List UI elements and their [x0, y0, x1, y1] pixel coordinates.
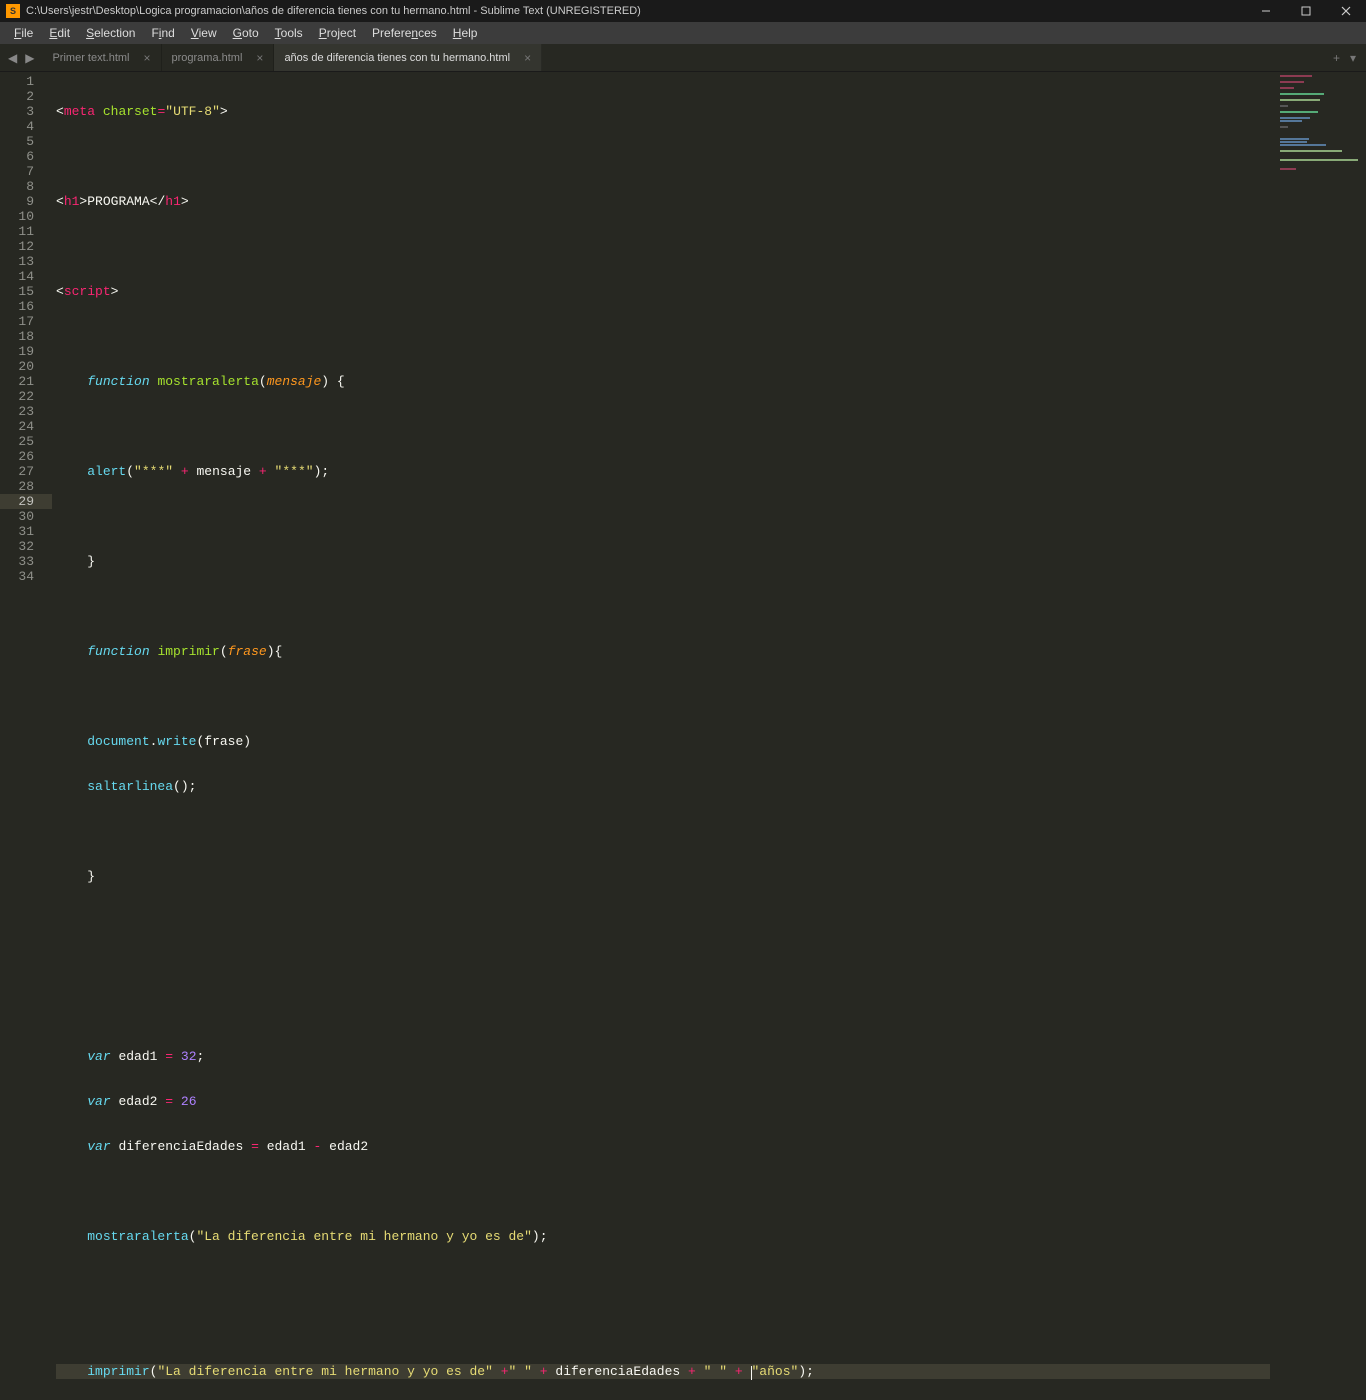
menu-find[interactable]: Find: [143, 24, 182, 42]
menu-file[interactable]: File: [6, 24, 41, 42]
code-area[interactable]: <meta charset="UTF-8"> <h1>PROGRAMA</h1>…: [52, 72, 1270, 700]
close-icon[interactable]: ×: [524, 51, 531, 65]
nav-back-icon[interactable]: ◀: [8, 51, 17, 65]
menu-tools[interactable]: Tools: [267, 24, 311, 42]
menu-preferences[interactable]: Preferences: [364, 24, 445, 42]
gutter[interactable]: 1234567891011121314151617181920212223242…: [0, 72, 52, 700]
title-bar: S C:\Users\jestr\Desktop\Logica programa…: [0, 0, 1366, 22]
tab-label: Primer text.html: [52, 52, 129, 64]
tab-anos-diferencia[interactable]: años de diferencia tienes con tu hermano…: [274, 44, 542, 71]
menu-view[interactable]: View: [183, 24, 225, 42]
menu-project[interactable]: Project: [311, 24, 364, 42]
tab-menu-icon[interactable]: ▾: [1350, 51, 1356, 65]
minimap[interactable]: [1270, 72, 1366, 700]
menu-bar: File Edit Selection Find View Goto Tools…: [0, 22, 1366, 44]
tab-label: años de diferencia tienes con tu hermano…: [284, 52, 510, 64]
menu-selection[interactable]: Selection: [78, 24, 143, 42]
tab-primer-text[interactable]: Primer text.html ×: [42, 44, 161, 71]
nav-arrows: ◀ ▶: [0, 44, 42, 71]
editor-area: 1234567891011121314151617181920212223242…: [0, 72, 1366, 700]
tab-label: programa.html: [172, 52, 243, 64]
tab-programa[interactable]: programa.html ×: [162, 44, 275, 71]
close-button[interactable]: [1326, 0, 1366, 22]
minimap-content: [1280, 75, 1360, 171]
window-title: C:\Users\jestr\Desktop\Logica programaci…: [26, 5, 1246, 17]
minimize-button[interactable]: [1246, 0, 1286, 22]
new-tab-icon[interactable]: +: [1333, 51, 1340, 65]
nav-forward-icon[interactable]: ▶: [25, 51, 34, 65]
tab-right-controls: + ▾: [1323, 44, 1366, 71]
close-icon[interactable]: ×: [143, 51, 150, 65]
menu-help[interactable]: Help: [445, 24, 486, 42]
tab-bar: ◀ ▶ Primer text.html × programa.html × a…: [0, 44, 1366, 72]
close-icon[interactable]: ×: [256, 51, 263, 65]
window-controls: [1246, 0, 1366, 22]
menu-edit[interactable]: Edit: [41, 24, 78, 42]
menu-goto[interactable]: Goto: [225, 24, 267, 42]
app-icon: S: [6, 4, 20, 18]
maximize-button[interactable]: [1286, 0, 1326, 22]
